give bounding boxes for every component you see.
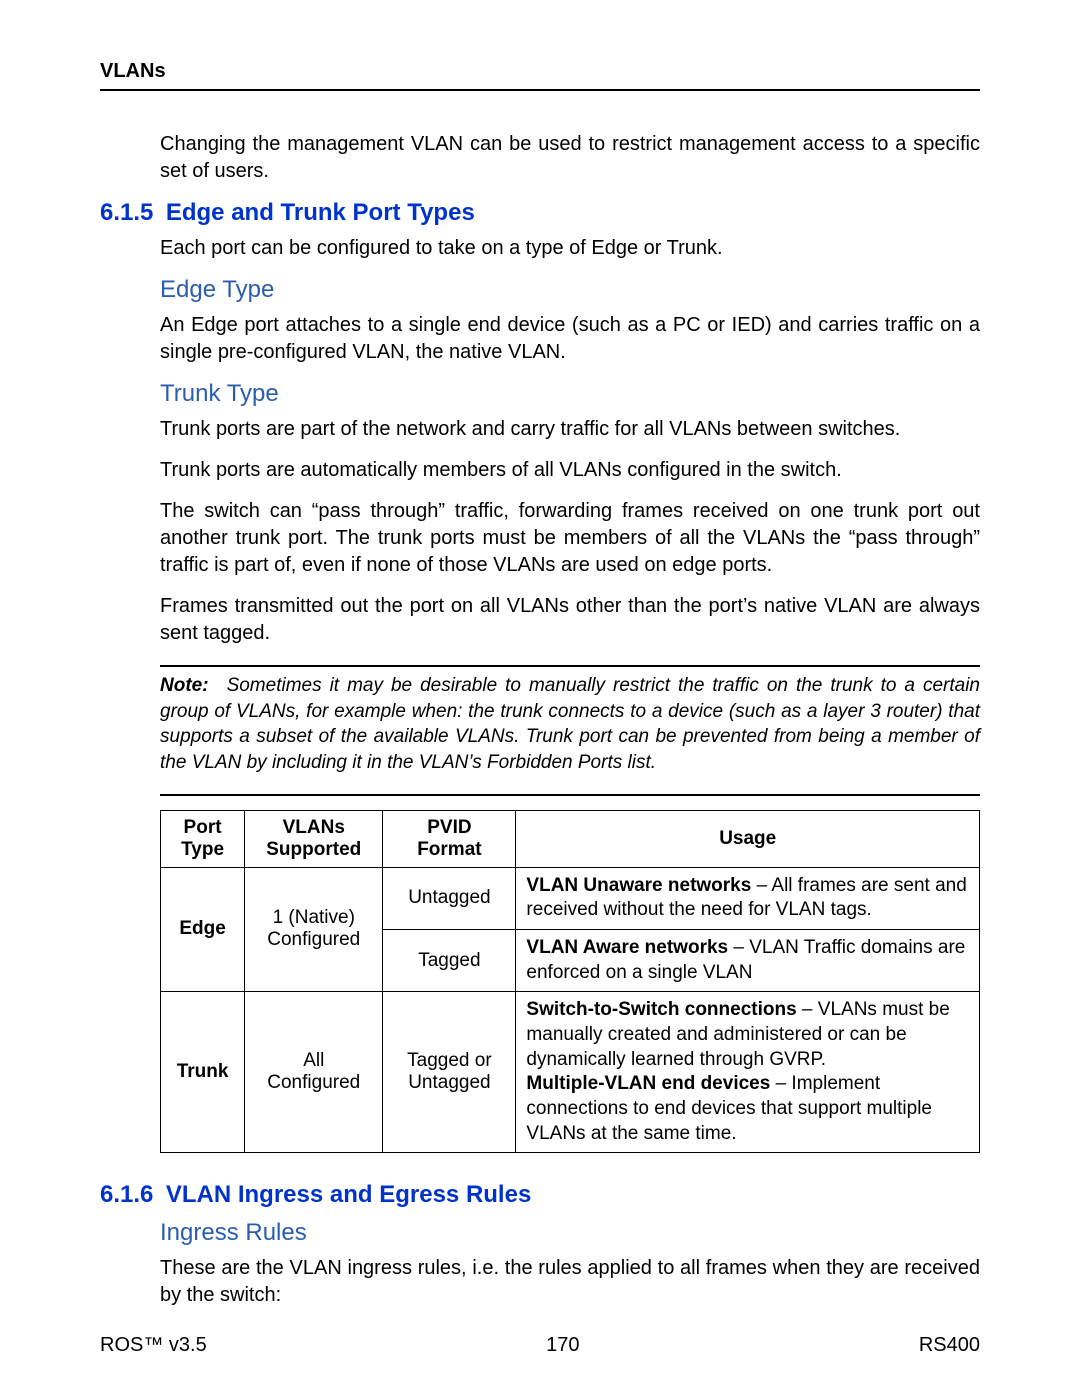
table-header-row: Port Type VLANs Supported PVID Format Us… (161, 810, 980, 867)
ingress-rules-title: Ingress Rules (160, 1219, 980, 1247)
note-rule-top (160, 665, 980, 667)
section-number: 6.1.5 (100, 199, 153, 227)
edge-vlans-l1: 1 (Native) (273, 907, 355, 928)
trunk-port-label: Trunk (177, 1061, 229, 1082)
note-label: Note: (160, 675, 209, 696)
body: Changing the management VLAN can be used… (160, 131, 980, 185)
edge-vlans-l2: Configured (267, 929, 360, 950)
edge-usage1-bold: VLAN Unaware networks (526, 875, 751, 896)
trunk-type-title: Trunk Type (160, 380, 980, 408)
section-intro: Each port can be configured to take on a… (160, 235, 980, 262)
note-text: Sometimes it may be desirable to manuall… (160, 675, 980, 773)
section-6-1-6-body: Ingress Rules These are the VLAN ingress… (160, 1219, 980, 1309)
trunk-vlans-l2: Configured (267, 1072, 360, 1093)
section-6-1-5-heading: 6.1.5 Edge and Trunk Port Types (100, 199, 980, 227)
cell-edge-vlans: 1 (Native) Configured (245, 867, 383, 992)
cell-edge-pvid-untagged: Untagged (383, 867, 516, 929)
port-type-table: Port Type VLANs Supported PVID Format Us… (160, 810, 980, 1154)
trunk-type-p4: Frames transmitted out the port on all V… (160, 593, 980, 647)
section-number: 6.1.6 (100, 1181, 153, 1209)
cell-trunk-usage: Switch-to-Switch connections – VLANs mus… (516, 992, 980, 1153)
edge-usage2-bold: VLAN Aware networks (526, 937, 728, 958)
page: VLANs Changing the management VLAN can b… (0, 0, 1080, 1397)
edge-type-title: Edge Type (160, 276, 980, 304)
section-title: VLAN Ingress and Egress Rules (166, 1181, 531, 1208)
cell-edge-usage-1: VLAN Unaware networks – All frames are s… (516, 867, 980, 929)
cell-trunk-vlans: All Configured (245, 992, 383, 1153)
table-row: Edge 1 (Native) Configured Untagged VLAN… (161, 867, 980, 929)
cell-trunk-port: Trunk (161, 992, 245, 1153)
edge-port-label: Edge (179, 918, 225, 939)
trunk-type-p3: The switch can “pass through” traffic, f… (160, 498, 980, 579)
footer-right: RS400 (919, 1334, 980, 1357)
th-pvid-format: PVID Format (383, 810, 516, 867)
footer-center: 170 (546, 1334, 579, 1357)
edge-type-p1: An Edge port attaches to a single end de… (160, 312, 980, 366)
trunk-type-p2: Trunk ports are automatically members of… (160, 457, 980, 484)
intro-paragraph: Changing the management VLAN can be used… (160, 131, 980, 185)
cell-edge-port: Edge (161, 867, 245, 992)
th-usage: Usage (516, 810, 980, 867)
section-title: Edge and Trunk Port Types (166, 199, 475, 226)
note-block: Note:Sometimes it may be desirable to ma… (160, 673, 980, 776)
page-footer: ROS™ v3.5 170 RS400 (100, 1334, 980, 1357)
th-vlans-supported: VLANs Supported (245, 810, 383, 867)
trunk-type-p1: Trunk ports are part of the network and … (160, 416, 980, 443)
page-header-title: VLANs (100, 60, 980, 83)
cell-trunk-pvid: Tagged or Untagged (383, 992, 516, 1153)
cell-edge-usage-2: VLAN Aware networks – VLAN Traffic domai… (516, 929, 980, 991)
note-rule-bottom (160, 794, 980, 796)
header-rule (100, 89, 980, 91)
table-row: Trunk All Configured Tagged or Untagged … (161, 992, 980, 1153)
footer-left: ROS™ v3.5 (100, 1334, 207, 1357)
section-6-1-6-heading: 6.1.6 VLAN Ingress and Egress Rules (100, 1181, 980, 1209)
trunk-usage2-bold: Multiple-VLAN end devices (526, 1073, 770, 1094)
section-6-1-5-body: Each port can be configured to take on a… (160, 235, 980, 1153)
trunk-vlans-l1: All (303, 1050, 324, 1071)
ingress-rules-p1: These are the VLAN ingress rules, i.e. t… (160, 1255, 980, 1309)
trunk-usage1-bold: Switch-to-Switch connections (526, 999, 796, 1020)
cell-edge-pvid-tagged: Tagged (383, 929, 516, 991)
th-port-type: Port Type (161, 810, 245, 867)
